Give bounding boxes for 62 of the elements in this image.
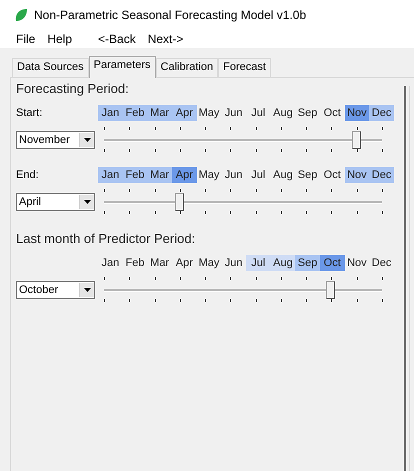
field-label: Start: bbox=[16, 107, 44, 119]
month-label: Nov bbox=[346, 256, 368, 271]
month-label: Sep bbox=[296, 106, 318, 121]
month-label: Feb bbox=[122, 167, 148, 183]
month-label: Jul bbox=[246, 255, 271, 271]
month-label: Dec bbox=[369, 105, 394, 121]
month-label: Dec bbox=[370, 256, 392, 271]
month-label: Apr bbox=[172, 167, 197, 183]
month-label: Feb bbox=[122, 105, 148, 121]
month-label: Aug bbox=[272, 168, 294, 183]
tab[interactable]: Forecast bbox=[218, 58, 271, 77]
month-label: Nov bbox=[344, 167, 370, 183]
dropdown-arrow-icon bbox=[84, 138, 90, 142]
dropdown-arrow-icon bbox=[84, 288, 90, 292]
menu-item[interactable]: File bbox=[16, 32, 36, 46]
leaf-icon bbox=[14, 8, 28, 22]
month-label: Mar bbox=[149, 256, 170, 271]
month-dropdown[interactable]: October bbox=[16, 281, 95, 299]
month-label: Nov bbox=[344, 105, 370, 121]
section-heading: Forecasting Period: bbox=[16, 81, 130, 97]
menu-item[interactable]: Help bbox=[47, 32, 72, 46]
month-label: Jan bbox=[98, 105, 123, 121]
tab[interactable]: Calibration bbox=[156, 58, 218, 77]
month-label: May bbox=[198, 106, 220, 121]
month-label: Aug bbox=[272, 106, 294, 121]
month-dropdown[interactable]: April bbox=[16, 193, 95, 211]
month-label: Jul bbox=[250, 106, 266, 121]
month-label: Jun bbox=[224, 256, 244, 271]
month-label: Dec bbox=[369, 167, 394, 183]
field-label: End: bbox=[16, 169, 40, 181]
month-label: Apr bbox=[174, 256, 194, 271]
month-label: Jul bbox=[250, 168, 266, 183]
month-slider[interactable] bbox=[104, 187, 382, 217]
month-label: Jan bbox=[100, 256, 120, 271]
month-label: Aug bbox=[270, 255, 296, 271]
month-label: Mar bbox=[147, 105, 172, 121]
month-label: Jun bbox=[224, 168, 244, 183]
month-label: Mar bbox=[147, 167, 172, 183]
menu-item[interactable]: <-Back bbox=[98, 32, 136, 46]
month-label: Jun bbox=[224, 106, 244, 121]
month-slider[interactable] bbox=[104, 275, 382, 305]
month-label: Apr bbox=[172, 105, 197, 121]
month-label: Jan bbox=[98, 167, 123, 183]
window-title: Non-Parametric Seasonal Forecasting Model v1.0b bbox=[34, 8, 306, 22]
tab[interactable]: Parameters bbox=[88, 56, 156, 78]
month-dropdown[interactable]: November bbox=[16, 131, 95, 149]
slider-thumb[interactable] bbox=[174, 193, 184, 211]
month-label: May bbox=[198, 168, 220, 183]
month-label: Sep bbox=[296, 168, 318, 183]
month-label: Sep bbox=[295, 255, 320, 271]
month-label: Oct bbox=[320, 255, 345, 271]
month-label: May bbox=[198, 256, 220, 271]
section-heading: Last month of Predictor Period: bbox=[16, 231, 196, 247]
slider-thumb[interactable] bbox=[352, 131, 361, 149]
month-slider[interactable] bbox=[104, 125, 382, 155]
menu-item[interactable]: Next-> bbox=[148, 32, 184, 46]
slider-thumb[interactable] bbox=[326, 281, 336, 299]
tab[interactable]: Data Sources bbox=[12, 58, 89, 77]
month-label: Oct bbox=[322, 168, 342, 183]
month-label: Oct bbox=[322, 106, 342, 121]
dropdown-arrow-icon bbox=[84, 200, 90, 204]
month-label: Feb bbox=[124, 256, 146, 271]
